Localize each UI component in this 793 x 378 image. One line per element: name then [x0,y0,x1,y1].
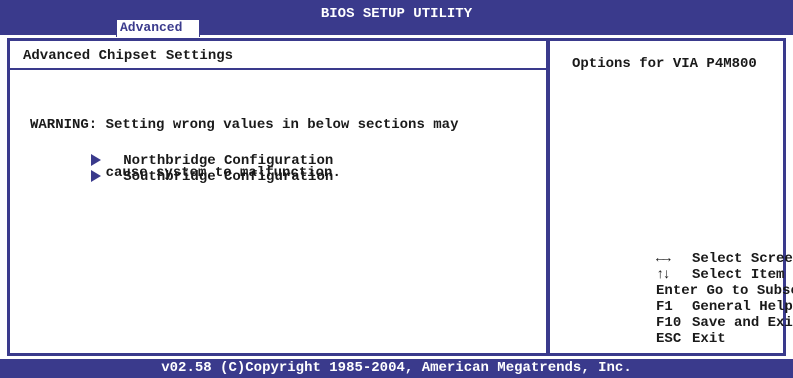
warning-line-1: WARNING: Setting wrong values in below s… [30,117,459,133]
copyright-text: v02.58 (C)Copyright 1985-2004, American … [161,360,632,376]
menu-item-label: Southbridge Configuration [123,169,334,185]
up-down-arrows-icon: ↑↓ [656,267,671,283]
key-name: F10 [656,315,682,331]
tab-advanced[interactable]: Advanced [116,19,200,37]
triangle-right-icon [91,170,102,182]
key-action: General Help [692,299,793,315]
left-right-arrows-icon: ←→ [656,251,671,267]
menu-item-northbridge[interactable]: Northbridge Configuration [24,137,333,169]
bios-screen: BIOS SETUP UTILITY Advanced Advanced Chi… [0,0,793,378]
key-action: Select Item [692,267,785,283]
key-name: ESC [656,331,682,347]
key-name: Enter [656,283,699,299]
help-panel: Options for VIA P4M800 ←→ Select Screen ↑… [550,41,793,353]
settings-panel: Advanced Chipset Settings WARNING: Setti… [10,41,546,353]
help-description: Options for VIA P4M800 [572,56,757,72]
key-name: F1 [656,299,673,315]
key-action: Save and Exit [692,315,793,331]
key-legend: ←→ Select Screen ↑↓ Select Item Enter Go t… [572,235,793,347]
key-action: Go to Subscreen [706,283,793,299]
page-title: Advanced Chipset Settings [23,48,234,64]
section-divider [10,68,546,70]
menu-item-southbridge[interactable]: Southbridge Configuration [24,153,333,185]
key-row-select-screen: ←→ Select Screen [572,235,793,267]
main-frame: Advanced Chipset Settings WARNING: Setti… [7,38,793,356]
key-action: Exit [692,331,726,347]
key-action: Select Screen [692,251,793,267]
title-bar: BIOS SETUP UTILITY Advanced [0,0,793,37]
footer-bar: v02.58 (C)Copyright 1985-2004, American … [0,359,793,378]
